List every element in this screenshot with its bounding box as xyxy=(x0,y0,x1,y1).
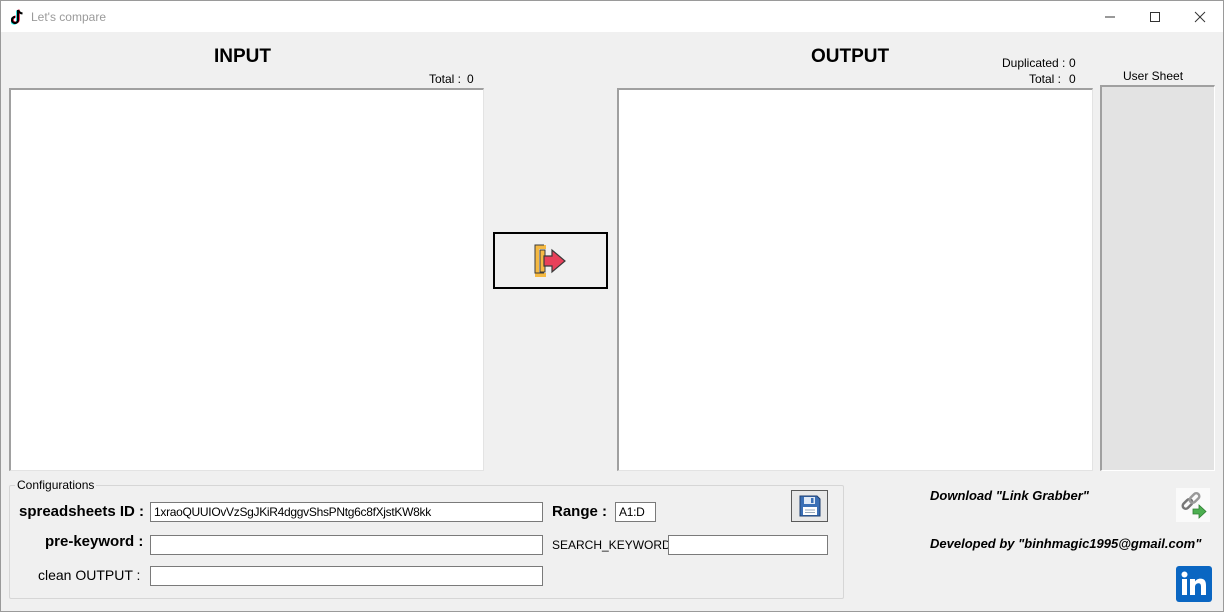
input-total-value: 0 xyxy=(467,72,474,86)
pre-keyword-label: pre-keyword : xyxy=(45,533,144,550)
compare-button[interactable] xyxy=(493,232,608,289)
user-sheet-label: User Sheet xyxy=(1123,69,1184,83)
window-title: Let's compare xyxy=(31,10,106,24)
output-heading: OUTPUT xyxy=(811,46,890,67)
configurations-label: Configurations xyxy=(15,478,97,492)
pre-keyword-input[interactable] xyxy=(150,535,543,555)
linkedin-button[interactable] xyxy=(1176,566,1212,602)
minimize-button[interactable] xyxy=(1087,1,1133,32)
floppy-disk-icon xyxy=(799,495,820,517)
output-total-value: 0 xyxy=(1069,72,1076,86)
duplicated-label: Duplicated : xyxy=(1002,56,1066,70)
input-heading: INPUT xyxy=(214,46,271,67)
output-total-label: Total : xyxy=(1029,72,1062,86)
maximize-button[interactable] xyxy=(1132,1,1178,32)
download-link-grabber-link[interactable]: Download "Link Grabber" xyxy=(930,488,1089,503)
user-sheet-list[interactable] xyxy=(1100,85,1215,471)
minimize-icon xyxy=(1105,16,1115,17)
spreadsheets-id-label: spreadsheets ID : xyxy=(19,503,145,520)
search-keyword-label: SEARCH_KEYWORD xyxy=(552,538,671,552)
duplicated-value: 0 xyxy=(1069,56,1076,70)
close-icon xyxy=(1194,11,1206,22)
clean-output-label: clean OUTPUT : xyxy=(38,567,141,583)
linkedin-icon xyxy=(1181,571,1206,595)
app-window: Let's compare INPUT Total : 0 OUTPUT Dup… xyxy=(0,0,1224,612)
range-label: Range : xyxy=(552,503,608,520)
output-textarea[interactable] xyxy=(617,88,1093,471)
transfer-arrow-icon xyxy=(534,244,566,277)
tiktok-icon xyxy=(11,9,23,25)
title-bar: Let's compare xyxy=(1,1,1223,32)
link-grabber-button[interactable] xyxy=(1176,488,1210,522)
close-button[interactable] xyxy=(1177,1,1223,32)
spreadsheets-id-input[interactable]: 1xraoQUUIOvVzSgJKiR4dggvShsPNtg6c8fXjstK… xyxy=(150,502,543,522)
clean-output-input[interactable] xyxy=(150,566,543,586)
input-textarea[interactable] xyxy=(9,88,484,471)
input-total-label: Total : xyxy=(429,72,462,86)
developer-credit: Developed by "binhmagic1995@gmail.com" xyxy=(930,536,1202,551)
search-keyword-input[interactable] xyxy=(668,535,828,555)
save-button[interactable] xyxy=(791,490,828,522)
range-input[interactable]: A1:D xyxy=(615,502,656,522)
maximize-icon xyxy=(1150,11,1160,22)
link-grabber-icon xyxy=(1181,491,1207,519)
